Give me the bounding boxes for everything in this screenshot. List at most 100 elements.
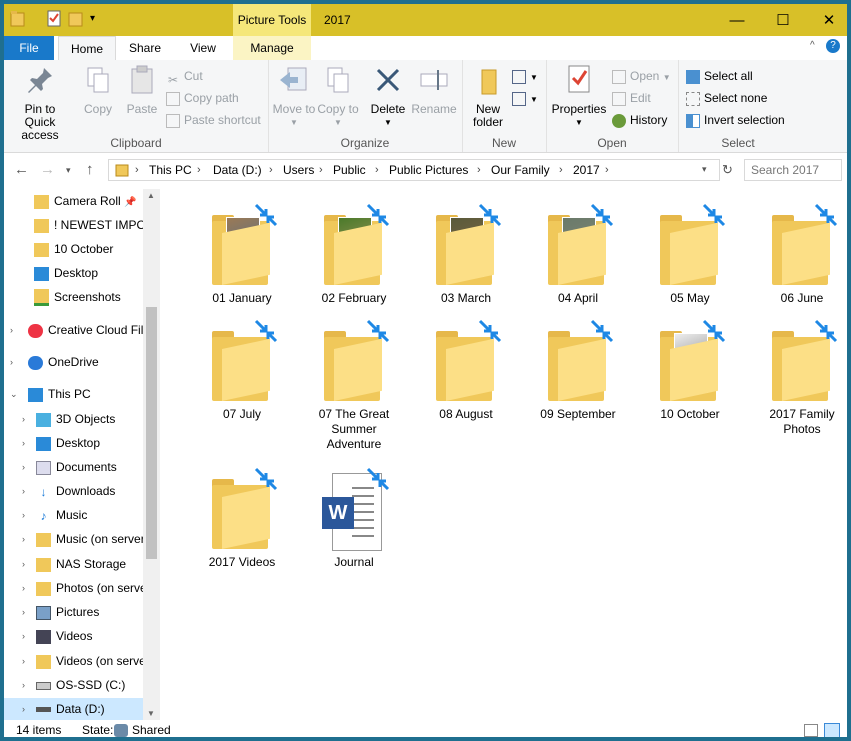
file-item[interactable]: 09 September [528, 319, 628, 422]
refresh-icon[interactable]: ↻ [722, 162, 733, 178]
nav-music-server[interactable]: › Music (on server [4, 528, 145, 550]
breadcrumb-2017[interactable]: 2017 [573, 160, 600, 180]
file-item[interactable]: 06 June [752, 203, 847, 306]
history-button[interactable]: History [612, 110, 667, 130]
breadcrumb-separator[interactable]: › [559, 160, 563, 180]
nav-creative-cloud[interactable]: › Creative Cloud Fil [4, 319, 143, 341]
breadcrumb-separator[interactable]: › [319, 160, 323, 180]
address-bar[interactable]: › This PC › Data (D:) › Users › Public ›… [108, 159, 720, 181]
minimize-button[interactable]: — [714, 4, 760, 36]
copy-button[interactable]: Copy [76, 64, 120, 116]
tab-manage[interactable]: Manage [233, 36, 311, 60]
tab-view[interactable]: View [178, 36, 228, 60]
properties-icon[interactable] [46, 10, 62, 28]
file-item[interactable]: 02 February [304, 203, 404, 306]
file-item[interactable]: 07 July [192, 319, 292, 422]
invert-selection-button[interactable]: Invert selection [686, 110, 785, 130]
file-item[interactable]: 08 August [416, 319, 516, 422]
new-folder-button[interactable]: New folder [466, 64, 510, 129]
close-button[interactable]: ✕ [806, 4, 847, 36]
nav-photos-server[interactable]: › Photos (on serve [4, 577, 147, 599]
customize-qat-icon[interactable]: ▾ [90, 10, 106, 28]
state-value: Shared [132, 723, 171, 737]
easy-access-button[interactable]: ▼ [512, 88, 538, 108]
nav-scrollbar[interactable]: ▲ ▼ [143, 189, 160, 720]
new-item-button[interactable]: ▼ [512, 66, 538, 86]
open-button[interactable]: Open ▼ [612, 66, 671, 86]
breadcrumb-separator[interactable]: › [269, 160, 273, 180]
new-folder-icon[interactable] [68, 10, 84, 28]
file-item[interactable]: 03 March [416, 203, 516, 306]
file-item[interactable]: 2017 Videos [192, 467, 292, 570]
tab-share[interactable]: Share [120, 36, 170, 60]
breadcrumb-this-pc[interactable]: This PC [149, 160, 192, 180]
nav-desktop-quick[interactable]: Desktop [34, 262, 98, 284]
up-arrow-icon[interactable]: ↑ [86, 161, 94, 178]
copy-path-button[interactable]: Copy path [166, 88, 239, 108]
properties-button[interactable]: Properties ▼ [550, 64, 608, 129]
breadcrumb-public[interactable]: Public [333, 160, 366, 180]
large-icons-view-icon[interactable] [824, 723, 840, 737]
rename-button[interactable]: Rename [410, 64, 458, 116]
file-item[interactable]: 10 October [640, 319, 740, 422]
edit-button[interactable]: Edit [612, 88, 651, 108]
help-icon[interactable]: ? [826, 39, 840, 53]
nav-videos[interactable]: › Videos [4, 625, 143, 647]
nav-nas-storage[interactable]: › NAS Storage [4, 553, 143, 575]
nav-this-pc[interactable]: ⌄ This PC [4, 383, 143, 405]
breadcrumb-separator[interactable]: › [135, 160, 139, 180]
copy-to-button[interactable]: Copy to ▼ [316, 64, 360, 129]
forward-arrow-icon[interactable]: → [40, 161, 55, 178]
nav-screenshots[interactable]: Screenshots [34, 286, 121, 308]
breadcrumb-public-pictures[interactable]: Public Pictures [389, 160, 468, 180]
nav-videos-server[interactable]: › Videos (on serve [4, 650, 146, 672]
cut-button[interactable]: ✂ Cut [166, 66, 203, 87]
move-to-button[interactable]: Move to ▼ [272, 64, 316, 129]
breadcrumb-separator[interactable]: › [197, 160, 201, 180]
breadcrumb-separator[interactable]: › [605, 160, 609, 180]
file-item[interactable]: 05 May [640, 203, 740, 306]
address-dropdown-icon[interactable]: ▾ [702, 164, 707, 175]
folder-icon[interactable] [10, 10, 26, 28]
details-view-icon[interactable] [804, 724, 818, 737]
file-item[interactable]: 2017 Family Photos [752, 319, 847, 437]
breadcrumb-our-family[interactable]: Our Family [491, 160, 550, 180]
search-input[interactable]: Search 2017 [744, 159, 842, 181]
nav-pictures[interactable]: › Pictures [4, 601, 143, 623]
tab-home[interactable]: Home [58, 36, 116, 62]
maximize-button[interactable]: ☐ [760, 4, 806, 36]
nav-os-ssd[interactable]: › OS-SSD (C:) [4, 674, 143, 696]
nav-3d-objects[interactable]: › 3D Objects [4, 408, 143, 430]
nav-10-october[interactable]: 10 October [34, 238, 113, 260]
collapse-ribbon-icon[interactable]: ^ [810, 40, 815, 51]
breadcrumb-data-d[interactable]: Data (D:) [213, 160, 262, 180]
nav-camera-roll[interactable]: Camera Roll 📌 [34, 190, 136, 212]
file-item[interactable]: 07 The Great Summer Adventure [304, 319, 404, 452]
paste-button[interactable]: Paste [120, 64, 164, 116]
nav-downloads[interactable]: › ↓ Downloads [4, 480, 143, 502]
nav-desktop[interactable]: › Desktop [4, 432, 143, 454]
nav-data-d[interactable]: › Data (D:) [4, 698, 143, 720]
scroll-down-icon[interactable]: ▼ [147, 709, 155, 718]
scrollbar-thumb[interactable] [146, 307, 157, 559]
nav-newest[interactable]: ! NEWEST IMPOI [34, 214, 149, 236]
back-arrow-icon[interactable]: ← [14, 161, 29, 178]
file-item[interactable]: W Journal [304, 467, 404, 570]
scroll-up-icon[interactable]: ▲ [147, 191, 155, 200]
tab-file[interactable]: File [4, 36, 54, 60]
breadcrumb-separator[interactable]: › [375, 160, 379, 180]
select-none-button[interactable]: Select none [686, 88, 767, 108]
nav-documents[interactable]: › Documents [4, 456, 143, 478]
chevron-right-icon: › [10, 357, 13, 367]
breadcrumb-separator[interactable]: › [477, 160, 481, 180]
file-item[interactable]: 04 April [528, 203, 628, 306]
paste-shortcut-button[interactable]: Paste shortcut [166, 110, 261, 130]
nav-music[interactable]: › ♪ Music [4, 504, 143, 526]
file-item[interactable]: 01 January [192, 203, 292, 306]
select-all-button[interactable]: Select all [686, 66, 753, 86]
breadcrumb-users[interactable]: Users [283, 160, 314, 180]
nav-onedrive[interactable]: › OneDrive [4, 351, 143, 373]
recent-locations-icon[interactable]: ▾ [66, 165, 71, 176]
pin-quick-access-button[interactable]: Pin to Quick access [8, 64, 72, 142]
delete-button[interactable]: Delete ▼ [366, 64, 410, 129]
